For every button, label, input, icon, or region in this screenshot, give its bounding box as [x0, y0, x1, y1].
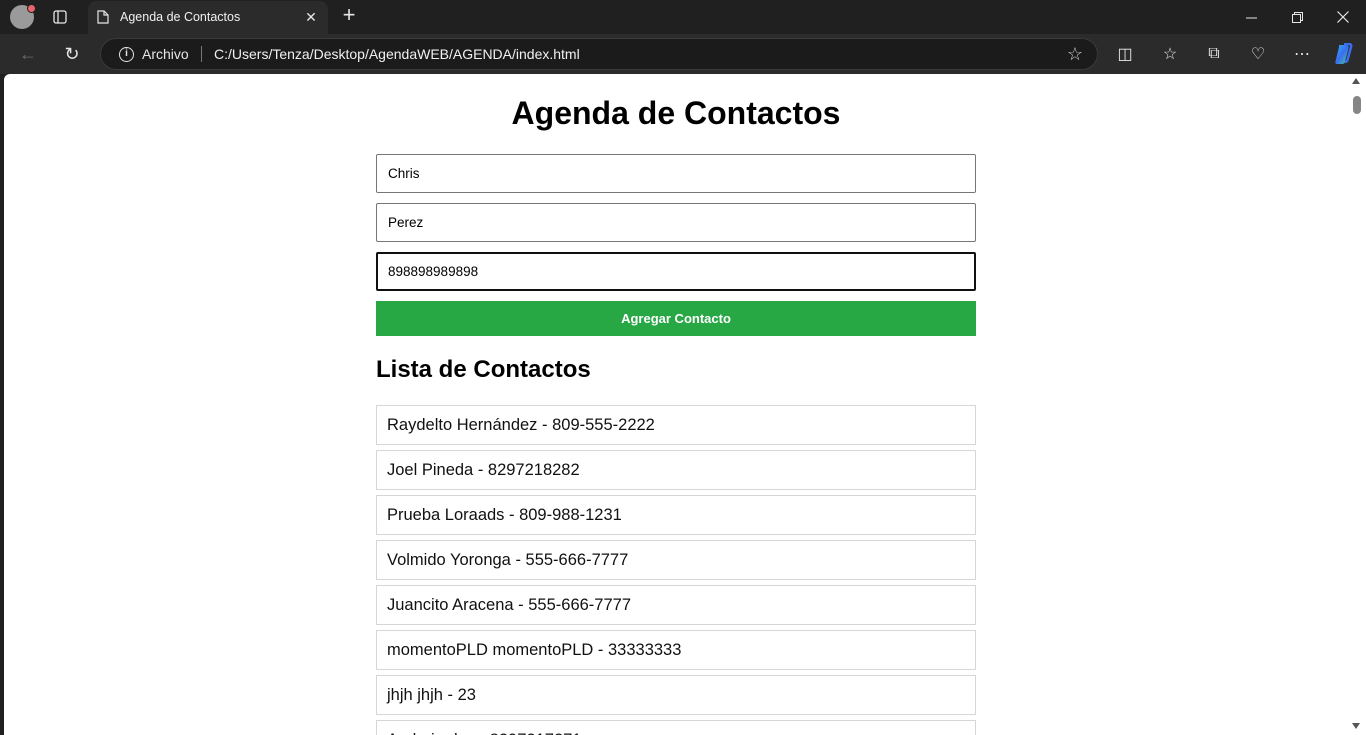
page-scrollbar[interactable]	[1347, 74, 1366, 735]
page-icon	[97, 10, 109, 24]
profile-avatar-icon[interactable]	[10, 4, 36, 29]
contact-item: Juancito Aracena - 555-666-7777	[376, 585, 976, 625]
contact-item: Volmido Yoronga - 555-666-7777	[376, 540, 976, 580]
contacts-list-title: Lista de Contactos	[376, 356, 591, 383]
contact-item: Andrei relax - 8297217271	[376, 720, 976, 735]
first-name-input[interactable]	[376, 154, 976, 193]
scroll-thumb[interactable]	[1353, 96, 1361, 114]
contacts-list: Raydelto Hernández - 809-555-2222 Joel P…	[376, 405, 976, 735]
tab-actions-icon[interactable]	[48, 5, 72, 29]
contact-item: momentoPLD momentoPLD - 33333333	[376, 630, 976, 670]
address-bar[interactable]: i Archivo C:/Users/Tenza/Desktop/AgendaW…	[100, 38, 1098, 70]
more-menu-icon[interactable]: ⋯	[1290, 42, 1314, 66]
minimize-button[interactable]	[1228, 0, 1274, 34]
browser-essentials-icon[interactable]: ♡	[1246, 42, 1270, 66]
close-window-button[interactable]	[1320, 0, 1366, 34]
back-button[interactable]: ←	[16, 42, 40, 66]
scroll-up-icon[interactable]	[1352, 78, 1360, 84]
notification-badge	[27, 4, 36, 13]
browser-titlebar: Agenda de Contactos ✕ +	[0, 0, 1366, 34]
url-text[interactable]: C:/Users/Tenza/Desktop/AgendaWEB/AGENDA/…	[214, 46, 580, 62]
browser-toolbar: ← ↻ i Archivo C:/Users/Tenza/Desktop/Age…	[0, 34, 1366, 74]
restore-button[interactable]	[1274, 0, 1320, 34]
agenda-container: Agenda de Contactos Agregar Contacto Lis…	[376, 74, 976, 735]
divider	[201, 46, 202, 62]
phone-input[interactable]	[376, 252, 976, 291]
page-viewport: Agenda de Contactos Agregar Contacto Lis…	[4, 74, 1347, 735]
scheme-label: Archivo	[142, 46, 189, 62]
contact-item: Prueba Loraads - 809-988-1231	[376, 495, 976, 535]
reload-button[interactable]: ↻	[60, 42, 84, 66]
collections-icon[interactable]: ⧉	[1202, 42, 1226, 66]
site-info-icon[interactable]: i	[119, 47, 134, 62]
contact-item: jhjh jhjh - 23	[376, 675, 976, 715]
tab-title: Agenda de Contactos	[120, 10, 241, 24]
contact-item: Raydelto Hernández - 809-555-2222	[376, 405, 976, 445]
add-contact-button[interactable]: Agregar Contacto	[376, 301, 976, 336]
new-tab-button[interactable]: +	[338, 4, 360, 27]
contact-item: Joel Pineda - 8297218282	[376, 450, 976, 490]
copilot-icon[interactable]	[1331, 42, 1355, 66]
page-title: Agenda de Contactos	[511, 95, 841, 131]
split-screen-icon[interactable]: ◫	[1113, 42, 1137, 66]
favorites-icon[interactable]: ☆	[1158, 42, 1182, 66]
last-name-input[interactable]	[376, 203, 976, 242]
scroll-down-icon[interactable]	[1352, 723, 1360, 729]
tab-close-icon[interactable]: ✕	[303, 9, 319, 25]
active-tab[interactable]: Agenda de Contactos ✕	[88, 1, 328, 34]
favorite-star-icon[interactable]: ☆	[1067, 44, 1083, 65]
